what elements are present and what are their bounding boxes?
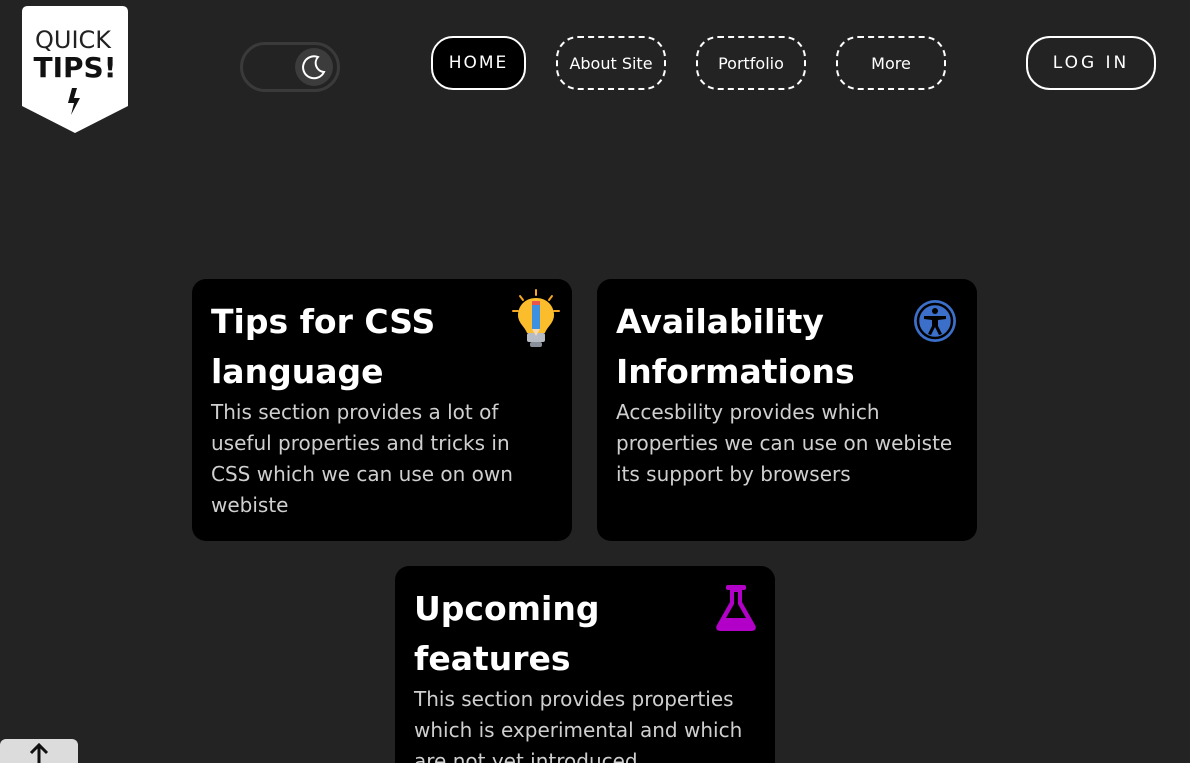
card-title: Availability Informations [616, 302, 855, 391]
logo-line1: QUICK [35, 26, 112, 54]
logo-badge: QUICK TIPS! [22, 6, 128, 133]
theme-toggle[interactable] [240, 42, 340, 92]
card-upcoming-features[interactable]: Upcoming features This section provides … [395, 566, 775, 763]
logo-line2: TIPS! [34, 51, 117, 84]
card-css-tips[interactable]: Tips for CSS language This section provi… [192, 279, 572, 541]
page: QUICK TIPS! HOME About Site Portfolio Mo… [0, 0, 1190, 763]
card-availability[interactable]: Availability Informations Accesbility pr… [597, 279, 977, 541]
nav-portfolio-button[interactable]: Portfolio [696, 36, 806, 90]
card-title: Upcoming features [414, 589, 600, 678]
arrow-up-icon [29, 743, 49, 763]
accessibility-icon [913, 299, 957, 348]
flask-icon [715, 584, 757, 637]
card-text: This section provides properties which i… [414, 687, 743, 763]
lightbulb-pencil-icon [510, 289, 562, 356]
nav-more-button[interactable]: More [836, 36, 946, 90]
quick-tips-logo[interactable]: QUICK TIPS! [22, 6, 128, 134]
login-button[interactable]: LOG IN [1026, 36, 1156, 90]
scroll-top-button[interactable] [0, 739, 78, 763]
card-text: This section provides a lot of useful pr… [211, 400, 513, 517]
nav-about-button[interactable]: About Site [556, 36, 666, 90]
card-text: Accesbility provides which properties we… [616, 400, 953, 486]
nav-home-button[interactable]: HOME [431, 36, 526, 90]
moon-icon [302, 55, 326, 80]
card-title: Tips for CSS language [211, 302, 436, 391]
toggle-knob [295, 48, 333, 86]
